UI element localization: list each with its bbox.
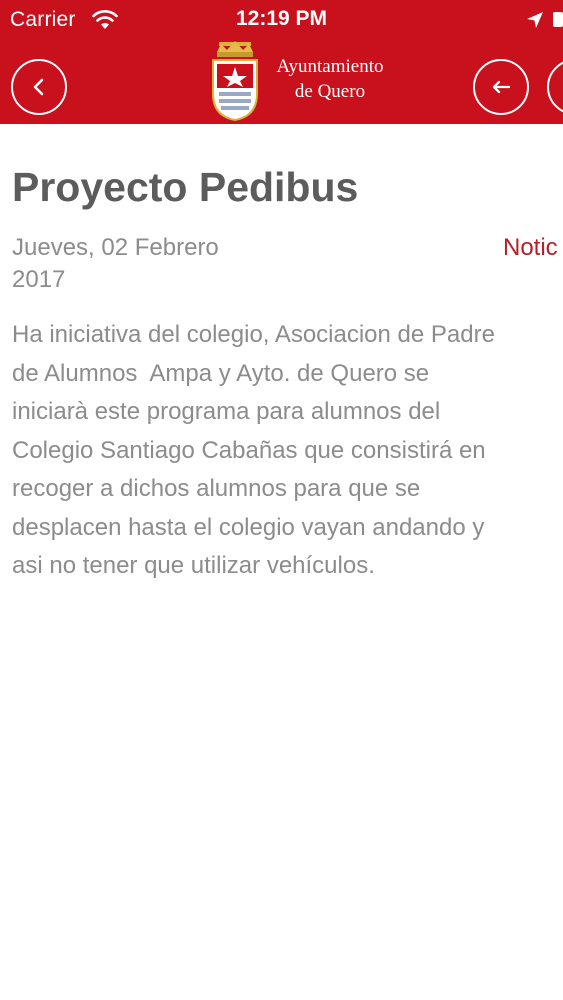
article-body-line: de Alumnos Ampa y Ayto. de Quero se [12, 359, 430, 387]
article-body-line: Colegio Santiago Cabañas que consistirá … [12, 436, 486, 464]
app-header: Carrier 12:19 PM Ayuntamiento de Quero [0, 0, 563, 124]
article-body-line: iniciarà este programa para alumnos del [12, 398, 441, 425]
back-chevron-icon [33, 78, 44, 96]
article-body-line: recoger a dichos alumnos para que se [12, 475, 421, 502]
next-button[interactable] [547, 59, 563, 115]
article-body-line: desplacen hasta el colegio vayan andando… [12, 513, 485, 541]
brand-line-1: Ayuntamiento [276, 56, 384, 77]
article-date-line-1: Jueves, 02 Febrero [12, 234, 219, 261]
status-bar: Carrier 12:19 PM [0, 0, 563, 40]
back-button[interactable] [11, 59, 67, 115]
article-date: Jueves, 02 Febrero 2017 [12, 232, 262, 296]
arrow-left-icon [492, 80, 511, 94]
article-body: Ha iniciativa del colegio, Asociacion de… [12, 316, 495, 586]
battery-icon [553, 12, 563, 27]
clock: 12:19 PM [235, 7, 328, 30]
article-date-line-2: 2017 [12, 266, 66, 293]
previous-button[interactable] [473, 59, 529, 115]
article-body-line: Ha iniciativa del colegio, Asociacion de… [12, 321, 495, 348]
article-body-line: asi no tener que utilizar vehículos. [12, 552, 375, 579]
brand-title: Ayuntamiento de Quero [262, 54, 398, 104]
crest-icon [212, 41, 258, 122]
article-category-link[interactable]: Notic [503, 232, 558, 264]
location-arrow-icon [527, 12, 543, 28]
article-content: Proyecto Pedibus Jueves, 02 Febrero 2017… [0, 124, 563, 1000]
article-title: Proyecto Pedibus [12, 164, 359, 210]
brand-line-2: de Quero [294, 81, 366, 102]
